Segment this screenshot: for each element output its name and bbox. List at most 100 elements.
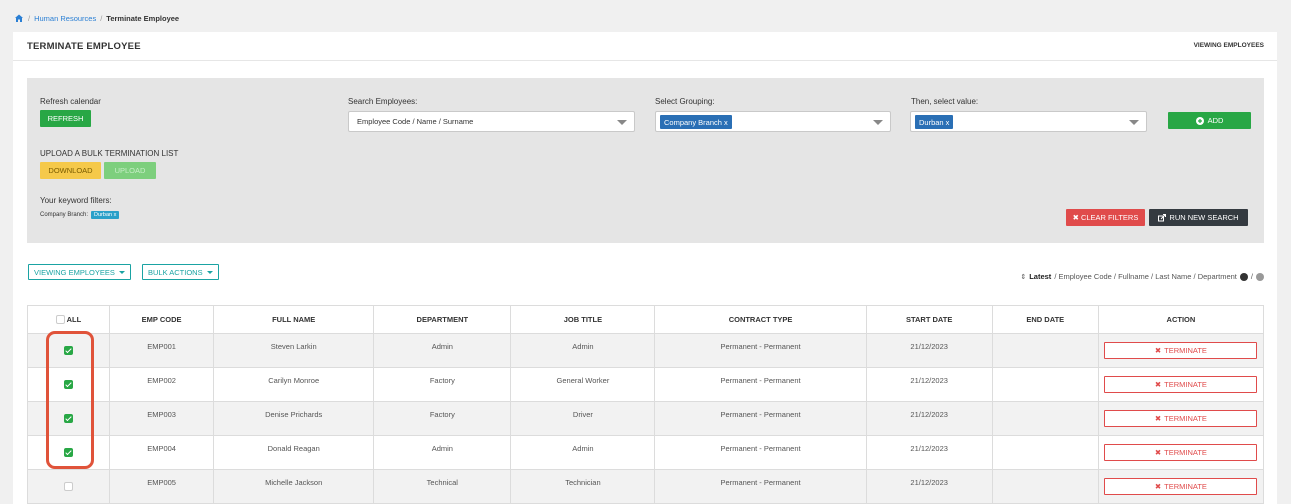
cell-start-date: 21/12/2023	[865, 469, 993, 504]
cell-contract-type: Permanent - Permanent	[654, 333, 867, 368]
sort-options[interactable]: / Employee Code / Fullname / Last Name /…	[1054, 272, 1237, 281]
cell-start-date: 21/12/2023	[865, 435, 993, 470]
cell-start-date: 21/12/2023	[865, 367, 993, 402]
terminate-button[interactable]: ✖ TERMINATE	[1104, 410, 1258, 427]
col-end-date: END DATE	[991, 305, 1099, 334]
row-checkbox[interactable]	[64, 482, 74, 492]
keyword-filter-chip[interactable]: Durban x	[91, 211, 120, 219]
cell-end-date	[991, 469, 1099, 504]
search-employees-select[interactable]: Employee Code / Name / Surname	[348, 111, 635, 132]
value-tag[interactable]: Durban x	[915, 115, 954, 129]
home-icon[interactable]	[14, 13, 24, 23]
terminate-label: TERMINATE	[1164, 414, 1207, 423]
main-card: TERMINATE EMPLOYEE VIEWING EMPLOYEES Ref…	[13, 32, 1277, 504]
caret-down-icon	[206, 270, 213, 274]
close-icon: ✖	[1072, 213, 1079, 222]
col-all-label: ALL	[66, 314, 82, 324]
grouping-select[interactable]: Company Branch x	[655, 111, 891, 132]
breadcrumb-link-human-resources[interactable]: Human Resources	[34, 14, 96, 23]
terminate-button[interactable]: ✖ TERMINATE	[1104, 478, 1258, 495]
sort-ascending-icon[interactable]	[1239, 272, 1248, 281]
clear-filters-button[interactable]: ✖ CLEAR FILTERS	[1066, 209, 1145, 226]
filter-panel: Refresh calendar REFRESH Search Employee…	[27, 78, 1264, 243]
cell-department: Factory	[373, 367, 512, 402]
cell-full-name: Carilyn Monroe	[213, 367, 375, 402]
selection-highlight-annotation	[46, 331, 94, 469]
col-start-date: START DATE	[865, 305, 993, 334]
cell-emp-code: EMP004	[109, 435, 215, 470]
sort-icon: ⇕	[1020, 273, 1027, 281]
table-row: EMP003 Denise Prichards Factory Driver P…	[26, 401, 1265, 436]
card-header: TERMINATE EMPLOYEE VIEWING EMPLOYEES	[13, 32, 1277, 61]
cell-department: Technical	[373, 469, 512, 504]
keyword-filter-row: Company Branch: Durban x	[40, 211, 120, 219]
table-row: EMP004 Donald Reagan Admin Admin Permane…	[26, 435, 1265, 470]
cell-contract-type: Permanent - Permanent	[654, 469, 867, 504]
cell-end-date	[991, 367, 1099, 402]
col-contract-type: CONTRACT TYPE	[654, 305, 867, 334]
cell-contract-type: Permanent - Permanent	[654, 435, 867, 470]
table-row: EMP002 Carilyn Monroe Factory General Wo…	[26, 367, 1265, 402]
chevron-down-icon	[873, 120, 883, 125]
employee-table: ALL EMP CODE FULL NAME DEPARTMENT JOB TI…	[26, 305, 1265, 504]
breadcrumb-separator: /	[100, 13, 103, 23]
sort-separator: /	[1250, 272, 1253, 281]
caret-down-icon	[118, 270, 125, 274]
grouping-label: Select Grouping:	[655, 97, 715, 106]
add-button[interactable]: ADD	[1168, 112, 1251, 129]
terminate-button[interactable]: ✖ TERMINATE	[1104, 444, 1258, 461]
bulk-actions-dropdown[interactable]: BULK ACTIONS	[142, 264, 219, 280]
terminate-label: TERMINATE	[1164, 380, 1207, 389]
add-button-label: ADD	[1207, 116, 1224, 125]
viewing-employees-label: VIEWING EMPLOYEES	[34, 267, 115, 277]
cell-full-name: Michelle Jackson	[213, 469, 375, 504]
cell-end-date	[991, 333, 1099, 368]
cell-start-date: 21/12/2023	[865, 401, 993, 436]
col-department: DEPARTMENT	[373, 305, 512, 334]
col-all[interactable]: ALL	[26, 305, 111, 334]
cell-contract-type: Permanent - Permanent	[654, 367, 867, 402]
table-row: EMP001 Steven Larkin Admin Admin Permane…	[26, 333, 1265, 368]
viewing-employees-dropdown[interactable]: VIEWING EMPLOYEES	[28, 264, 131, 280]
close-icon: ✖	[1154, 482, 1162, 491]
cell-emp-code: EMP001	[109, 333, 215, 368]
cell-department: Admin	[373, 333, 512, 368]
terminate-label: TERMINATE	[1164, 448, 1207, 457]
cell-job-title: Technician	[510, 469, 656, 504]
close-icon: ✖	[1154, 346, 1162, 355]
sort-option-latest[interactable]: Latest	[1029, 272, 1051, 281]
cell-emp-code: EMP005	[109, 469, 215, 504]
keyword-filters-label: Your keyword filters:	[40, 196, 112, 205]
page-title: TERMINATE EMPLOYEE	[27, 41, 141, 52]
value-label: Then, select value:	[911, 97, 979, 106]
keyword-filter-key: Company Branch:	[40, 212, 89, 218]
cell-end-date	[991, 401, 1099, 436]
bulk-termination-label: UPLOAD A BULK TERMINATION LIST	[40, 149, 179, 158]
breadcrumb-separator: /	[28, 13, 31, 23]
cell-full-name: Donald Reagan	[213, 435, 375, 470]
run-new-search-button[interactable]: RUN NEW SEARCH	[1149, 209, 1248, 226]
share-icon	[1158, 213, 1167, 221]
cell-emp-code: EMP002	[109, 367, 215, 402]
breadcrumb-current: Terminate Employee	[106, 13, 180, 23]
value-select[interactable]: Durban x	[910, 111, 1147, 132]
upload-button[interactable]: UPLOAD	[104, 162, 156, 179]
sort-descending-icon[interactable]	[1256, 272, 1264, 281]
download-button[interactable]: DOWNLOAD	[40, 162, 101, 179]
terminate-button[interactable]: ✖ TERMINATE	[1104, 342, 1258, 359]
cell-job-title: General Worker	[510, 367, 656, 402]
col-action: ACTION	[1097, 305, 1265, 334]
terminate-button[interactable]: ✖ TERMINATE	[1104, 376, 1258, 393]
cell-job-title: Admin	[510, 333, 656, 368]
cell-department: Admin	[373, 435, 512, 470]
select-all-checkbox[interactable]	[55, 315, 65, 325]
refresh-label: Refresh calendar	[40, 97, 101, 106]
breadcrumb: / Human Resources / Terminate Employee	[14, 13, 179, 23]
cell-department: Factory	[373, 401, 512, 436]
col-full-name: FULL NAME	[213, 305, 375, 334]
clear-filters-label: CLEAR FILTERS	[1080, 213, 1139, 222]
chevron-down-icon	[1129, 120, 1139, 125]
refresh-button[interactable]: REFRESH	[40, 110, 91, 127]
grouping-tag[interactable]: Company Branch x	[660, 115, 732, 129]
cell-full-name: Denise Prichards	[213, 401, 375, 436]
